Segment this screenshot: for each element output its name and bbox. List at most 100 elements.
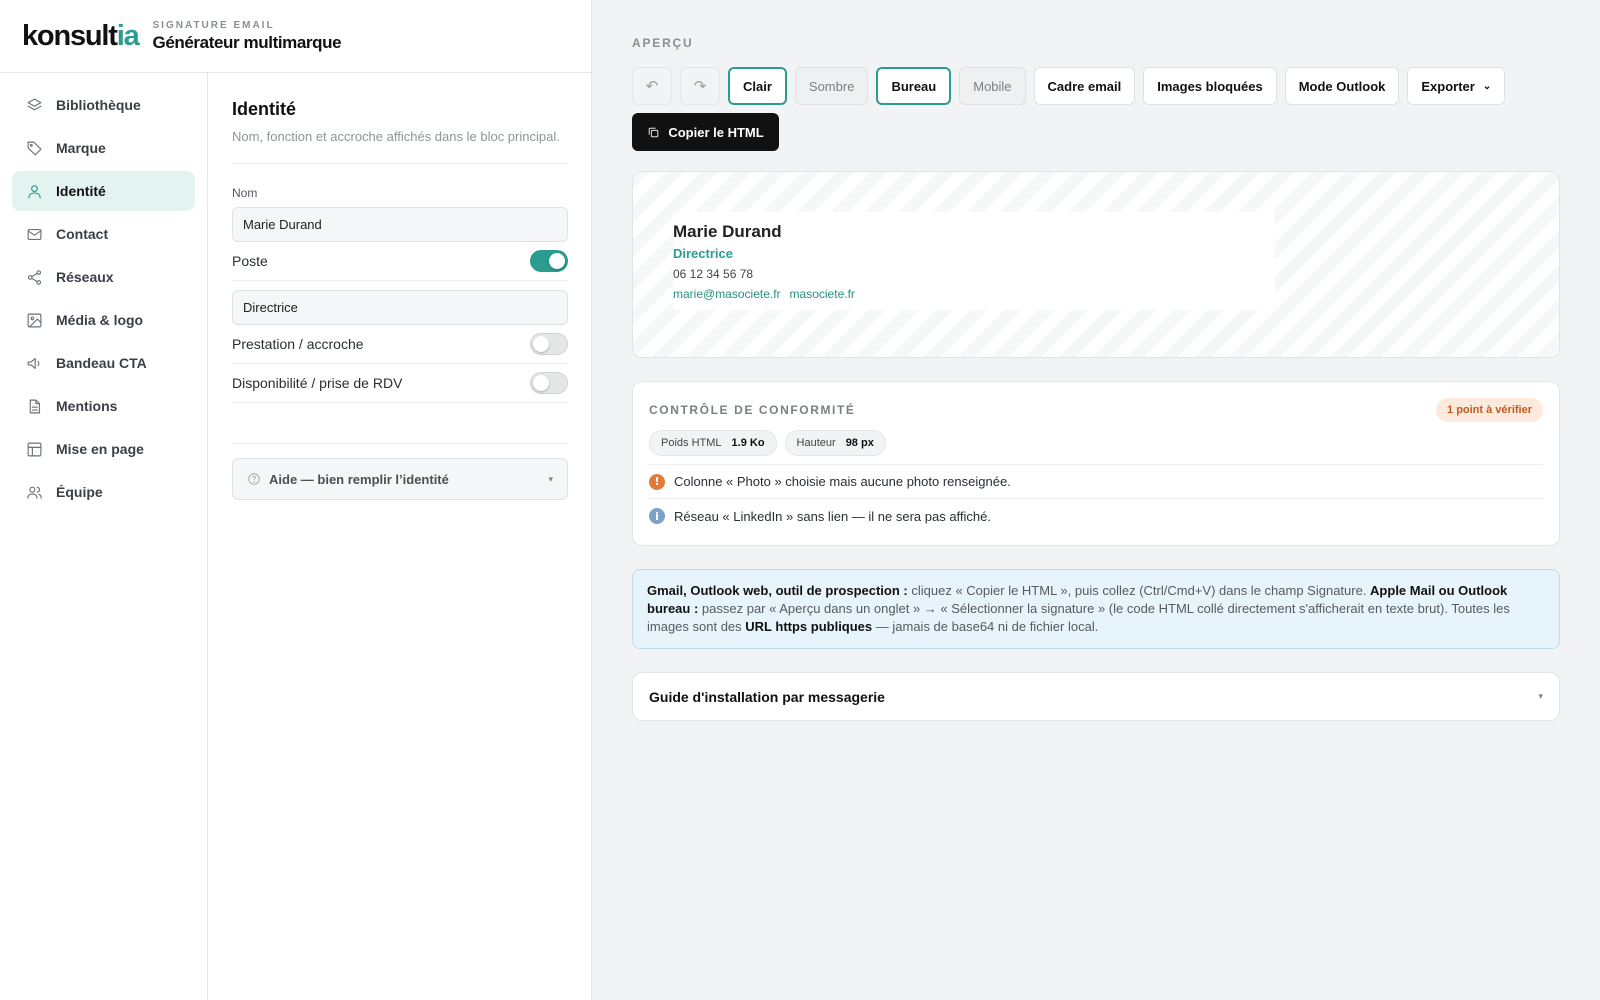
status-badge: 1 point à vérifier [1436, 398, 1543, 422]
toggle-knob [549, 253, 565, 269]
sidebar-item-label: Marque [56, 140, 106, 156]
sidebar-nav: Bibliothèque Marque Identité Contact Rés… [0, 73, 208, 1000]
sidebar-item-contact[interactable]: Contact [12, 214, 195, 254]
install-guide-accordion[interactable]: Guide d'installation par messagerie ▾ [632, 672, 1560, 721]
help-accordion[interactable]: Aide — bien remplir l’identité ▾ [232, 458, 568, 500]
form-title: Identité [232, 99, 297, 119]
poste-label: Poste [232, 253, 268, 269]
signature-preview: Marie Durand Directrice 06 12 34 56 78 m… [632, 171, 1560, 358]
sidebar-item-label: Mentions [56, 398, 118, 414]
signature-block: Marie Durand Directrice 06 12 34 56 78 m… [673, 212, 1275, 310]
cadre-email-button[interactable]: Cadre email [1033, 67, 1136, 105]
sidebar-item-label: Bibliothèque [56, 97, 141, 113]
install-note: Gmail, Outlook web, outil de prospection… [632, 569, 1560, 649]
poste-field[interactable]: Directrice [232, 290, 568, 325]
sidebar-item-label: Identité [56, 183, 106, 199]
signature-email-link[interactable]: marie@masociete.fr [673, 287, 781, 301]
megaphone-icon [25, 354, 43, 372]
device-bureau-button[interactable]: Bureau [876, 67, 952, 105]
issue-text: Réseau « LinkedIn » sans lien — il ne se… [674, 508, 992, 524]
mode-outlook-button[interactable]: Mode Outlook [1284, 67, 1400, 105]
theme-sombre-button[interactable]: Sombre [794, 67, 869, 105]
preview-panel: APERÇU ↶ ↷ Clair Sombre Bureau Mobile Ca… [632, 0, 1560, 721]
issue-text: Colonne « Photo » choisie mais aucune ph… [674, 474, 1011, 489]
sidebar-item-marque[interactable]: Marque [12, 128, 195, 168]
height-chip: Hauteur 98 px [784, 430, 886, 456]
metrics-chips: Poids HTML 1.9 Ko Hauteur 98 px [649, 430, 1543, 465]
sidebar-item-label: Réseaux [56, 269, 114, 285]
form-subtitle: Nom, fonction et accroche affichés dans … [232, 128, 568, 164]
signature-phone: 06 12 34 56 78 [673, 267, 754, 281]
chevron-down-icon: ⌄ [1482, 80, 1492, 92]
poste-toggle[interactable] [530, 250, 568, 272]
sidebar-item-media-logo[interactable]: Média & logo [12, 300, 195, 340]
sidebar-item-label: Contact [56, 226, 109, 242]
identity-form: Identité Nom, fonction et accroche affic… [232, 73, 568, 500]
document-icon [25, 397, 43, 415]
redo-icon: ↷ [693, 78, 707, 95]
copy-icon [649, 127, 659, 137]
device-mobile-button[interactable]: Mobile [959, 67, 1026, 105]
issue-warning: ! Colonne « Photo » choisie mais aucune … [649, 465, 1543, 499]
toggle-knob [533, 375, 549, 391]
sidebar-item-bandeau-cta[interactable]: Bandeau CTA [12, 343, 195, 383]
html-weight-chip: Poids HTML 1.9 Ko [649, 430, 777, 456]
toggle-knob [533, 336, 549, 352]
preview-toolbar: ↶ ↷ Clair Sombre Bureau Mobile Cadre ema… [632, 67, 1560, 105]
brand-eyebrow: SIGNATURE EMAIL [152, 19, 275, 31]
redo-button[interactable]: ↷ [680, 67, 720, 105]
mail-icon [25, 225, 43, 243]
editor-panel: konsultia SIGNATURE EMAIL Générateur mul… [0, 0, 592, 1000]
copy-html-button[interactable]: Copier le HTML [632, 113, 779, 151]
konsultia-logo: konsultia [22, 19, 140, 52]
disponibilite-row: Disponibilité / prise de RDV [232, 364, 568, 403]
signature-website-link[interactable]: masociete.fr [790, 287, 855, 301]
theme-clair-button[interactable]: Clair [728, 67, 787, 105]
layout-icon [25, 440, 43, 458]
sidebar-item-mise-en-page[interactable]: Mise en page [12, 429, 195, 469]
help-icon [248, 473, 260, 485]
sidebar-item-label: Mise en page [56, 441, 144, 457]
sidebar-item-mentions[interactable]: Mentions [12, 386, 195, 426]
image-icon [25, 311, 43, 329]
prestation-row: Prestation / accroche [232, 325, 568, 364]
sidebar-item-label: Équipe [56, 484, 103, 500]
name-label: Nom [232, 186, 258, 200]
issue-info: i Réseau « LinkedIn » sans lien — il ne … [649, 499, 1543, 533]
copy-html-label: Copier le HTML [668, 124, 764, 140]
chevron-down-icon: ▾ [1538, 691, 1543, 701]
signature-name: Marie Durand [673, 222, 782, 241]
poste-row: Poste [232, 242, 568, 281]
disponibilite-toggle[interactable] [530, 372, 568, 394]
compliance-card: CONTRÔLE DE CONFORMITÉ 1 point à vérifie… [632, 381, 1560, 546]
compliance-header: CONTRÔLE DE CONFORMITÉ 1 point à vérifie… [649, 398, 1543, 422]
exporter-label: Exporter [1421, 78, 1475, 94]
warning-icon: ! [649, 473, 665, 490]
compliance-title: CONTRÔLE DE CONFORMITÉ [649, 403, 856, 417]
prestation-toggle[interactable] [530, 333, 568, 355]
prestation-label: Prestation / accroche [232, 336, 364, 352]
sidebar-item-equipe[interactable]: Équipe [12, 472, 195, 512]
name-field[interactable]: Marie Durand [232, 207, 568, 242]
app-title: Générateur multimarque [152, 32, 342, 52]
sidebar-item-reseaux[interactable]: Réseaux [12, 257, 195, 297]
chevron-down-icon: ▾ [548, 473, 553, 484]
brand-text: SIGNATURE EMAIL Générateur multimarque [153, 20, 342, 53]
share-icon [25, 268, 43, 286]
sidebar-item-label: Bandeau CTA [56, 355, 147, 371]
exporter-button[interactable]: Exporter ⌄ [1407, 67, 1506, 105]
signature-role: Directrice [673, 246, 733, 261]
guide-title: Guide d'installation par messagerie [649, 688, 885, 705]
preview-eyebrow: APERÇU [632, 36, 694, 50]
sidebar-item-identite[interactable]: Identité [12, 171, 195, 211]
undo-button[interactable]: ↶ [632, 67, 672, 105]
brand-header: konsultia SIGNATURE EMAIL Générateur mul… [0, 0, 591, 73]
help-section: Aide — bien remplir l’identité ▾ [232, 443, 568, 500]
team-icon [25, 483, 43, 501]
layers-icon [25, 96, 43, 114]
sidebar-item-bibliotheque[interactable]: Bibliothèque [12, 85, 195, 125]
images-bloquees-button[interactable]: Images bloquées [1143, 67, 1277, 105]
tag-icon [25, 139, 43, 157]
info-icon: i [649, 508, 665, 524]
disponibilite-label: Disponibilité / prise de RDV [232, 375, 403, 391]
